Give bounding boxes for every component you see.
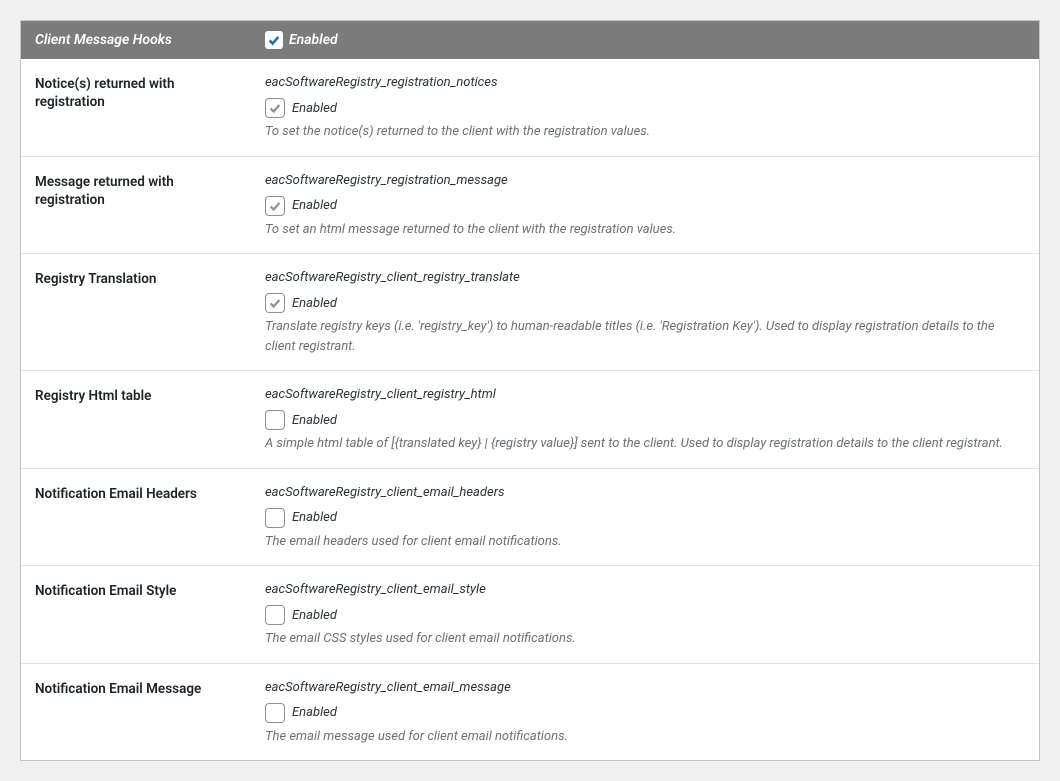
- setting-content: eacSoftwareRegistry_client_email_headers…: [265, 485, 1025, 552]
- section-title: Client Message Hooks: [35, 32, 265, 48]
- setting-content: eacSoftwareRegistry_client_email_message…: [265, 680, 1025, 747]
- hook-key: eacSoftwareRegistry_client_registry_html: [265, 387, 1025, 402]
- enable-label: Enabled: [292, 510, 337, 525]
- enable-label: Enabled: [292, 705, 337, 720]
- setting-label: Notice(s) returned with registration: [35, 75, 265, 142]
- enable-label: Enabled: [292, 296, 337, 311]
- setting-row: Registry TranslationeacSoftwareRegistry_…: [21, 254, 1039, 371]
- enable-toggle[interactable]: Enabled: [265, 196, 1025, 216]
- setting-label: Notification Email Headers: [35, 485, 265, 552]
- section-header: Client Message Hooks Enabled: [21, 21, 1039, 59]
- hook-key: eacSoftwareRegistry_client_registry_tran…: [265, 270, 1025, 285]
- hook-key: eacSoftwareRegistry_client_email_message: [265, 680, 1025, 695]
- section-enabled-toggle[interactable]: Enabled: [265, 31, 338, 49]
- section-enabled-label: Enabled: [289, 32, 338, 48]
- checkbox-icon: [265, 703, 285, 723]
- hook-key: eacSoftwareRegistry_client_email_style: [265, 582, 1025, 597]
- enable-toggle[interactable]: Enabled: [265, 508, 1025, 528]
- checkbox-icon: [265, 31, 283, 49]
- enable-toggle[interactable]: Enabled: [265, 293, 1025, 313]
- setting-content: eacSoftwareRegistry_client_email_style En…: [265, 582, 1025, 649]
- checkbox-icon: [265, 410, 285, 430]
- enable-toggle[interactable]: Enabled: [265, 410, 1025, 430]
- enable-label: Enabled: [292, 198, 337, 213]
- setting-content: eacSoftwareRegistry_registration_notices…: [265, 75, 1025, 142]
- hook-key: eacSoftwareRegistry_registration_notices: [265, 75, 1025, 90]
- setting-content: eacSoftwareRegistry_client_registry_html…: [265, 387, 1025, 454]
- setting-description: The email headers used for client email …: [265, 532, 1025, 552]
- checkbox-icon: [265, 605, 285, 625]
- hook-key: eacSoftwareRegistry_client_email_headers: [265, 485, 1025, 500]
- setting-row: Message returned with registrationeacSof…: [21, 157, 1039, 255]
- enable-toggle[interactable]: Enabled: [265, 703, 1025, 723]
- setting-content: eacSoftwareRegistry_registration_message…: [265, 173, 1025, 240]
- setting-label: Registry Translation: [35, 270, 265, 356]
- setting-label: Notification Email Style: [35, 582, 265, 649]
- setting-row: Notification Email HeaderseacSoftwareReg…: [21, 469, 1039, 567]
- checkbox-icon: [265, 508, 285, 528]
- settings-panel: Client Message Hooks Enabled Notice(s) r…: [20, 20, 1040, 761]
- setting-description: A simple html table of [{translated key}…: [265, 434, 1025, 454]
- setting-label: Registry Html table: [35, 387, 265, 454]
- enable-label: Enabled: [292, 608, 337, 623]
- setting-row: Notification Email StyleeacSoftwareRegis…: [21, 566, 1039, 664]
- checkbox-icon: [265, 293, 285, 313]
- enable-label: Enabled: [292, 101, 337, 116]
- setting-row: Notice(s) returned with registrationeacS…: [21, 59, 1039, 157]
- enable-label: Enabled: [292, 413, 337, 428]
- setting-label: Notification Email Message: [35, 680, 265, 747]
- enable-toggle[interactable]: Enabled: [265, 98, 1025, 118]
- setting-row: Notification Email MessageeacSoftwareReg…: [21, 664, 1039, 761]
- setting-description: Translate registry keys (i.e. 'registry_…: [265, 317, 1025, 356]
- enable-toggle[interactable]: Enabled: [265, 605, 1025, 625]
- setting-description: To set the notice(s) returned to the cli…: [265, 122, 1025, 142]
- checkbox-icon: [265, 98, 285, 118]
- setting-row: Registry Html tableeacSoftwareRegistry_c…: [21, 371, 1039, 469]
- setting-description: The email message used for client email …: [265, 727, 1025, 747]
- setting-description: The email CSS styles used for client ema…: [265, 629, 1025, 649]
- setting-description: To set an html message returned to the c…: [265, 220, 1025, 240]
- setting-content: eacSoftwareRegistry_client_registry_tran…: [265, 270, 1025, 356]
- checkbox-icon: [265, 196, 285, 216]
- setting-label: Message returned with registration: [35, 173, 265, 240]
- hook-key: eacSoftwareRegistry_registration_message: [265, 173, 1025, 188]
